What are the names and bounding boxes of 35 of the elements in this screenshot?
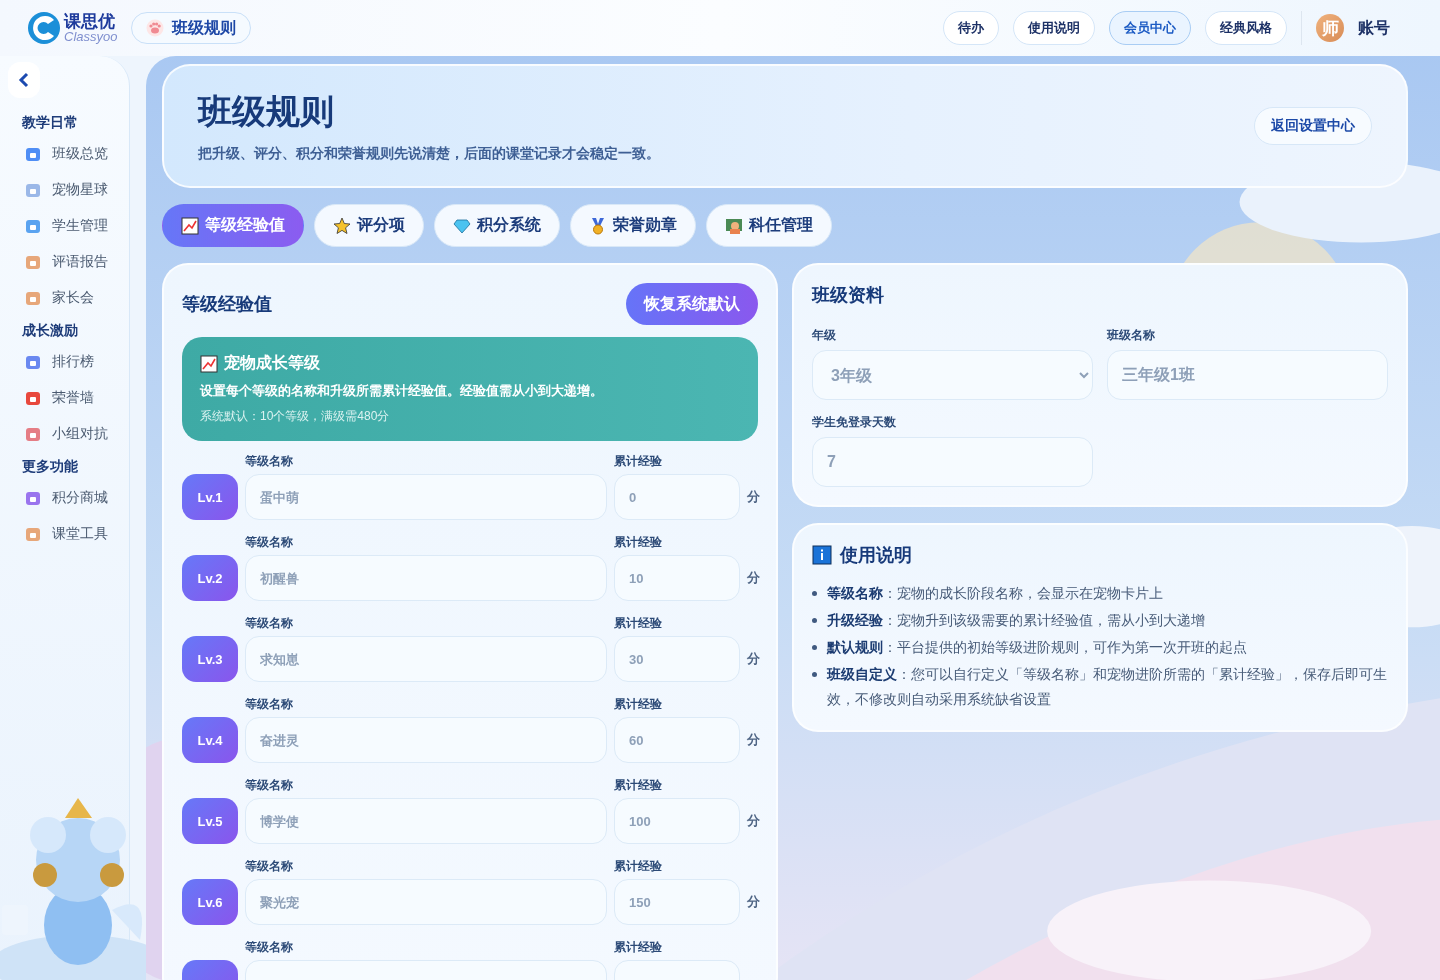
sidebar-item[interactable]: 荣誉墙 [8,380,129,416]
sidebar-item[interactable]: 学生管理 [8,208,129,244]
paw-icon [146,19,165,37]
sidebar-item[interactable]: 课堂工具 [8,516,129,552]
top-nav-button[interactable]: 会员中心 [1109,11,1191,45]
menu-icon [24,289,42,307]
chevron-left-icon [18,72,30,88]
sidebar-item[interactable]: 积分商城 [8,480,129,516]
sidebar-item[interactable]: 小组对抗 [8,416,129,452]
sidebar-section-title: 教学日常 [22,114,79,132]
account-label[interactable]: 账号 [1358,17,1390,39]
menu-icon [24,425,42,443]
sidebar-section-title: 成长激励 [22,322,79,340]
menu-icon [24,145,42,163]
brand-name: 课思优 [64,13,116,30]
menu-icon [24,217,42,235]
sidebar-item[interactable]: 评语报告 [8,244,129,280]
sidebar-section-title: 更多功能 [22,458,79,476]
menu-icon [24,253,42,271]
top-nav-button[interactable]: 待办 [943,11,999,45]
sidebar-item[interactable]: 家长会 [8,280,129,316]
menu-icon [24,489,42,507]
logo-icon [26,10,62,46]
top-nav-button[interactable]: 使用说明 [1013,11,1095,45]
sidebar-item[interactable]: 排行榜 [8,344,129,380]
top-nav-button[interactable]: 经典风格 [1205,11,1287,45]
page-chip-label: 班级规则 [172,17,237,38]
sidebar-item[interactable]: 宠物星球 [8,172,129,208]
menu-icon [24,389,42,407]
back-button[interactable] [8,62,40,98]
menu-icon [24,525,42,543]
menu-icon [24,353,42,371]
brand-wordmark: Classyoo [64,30,118,43]
menu-icon [24,181,42,199]
sidebar-item[interactable]: 班级总览 [8,136,129,172]
